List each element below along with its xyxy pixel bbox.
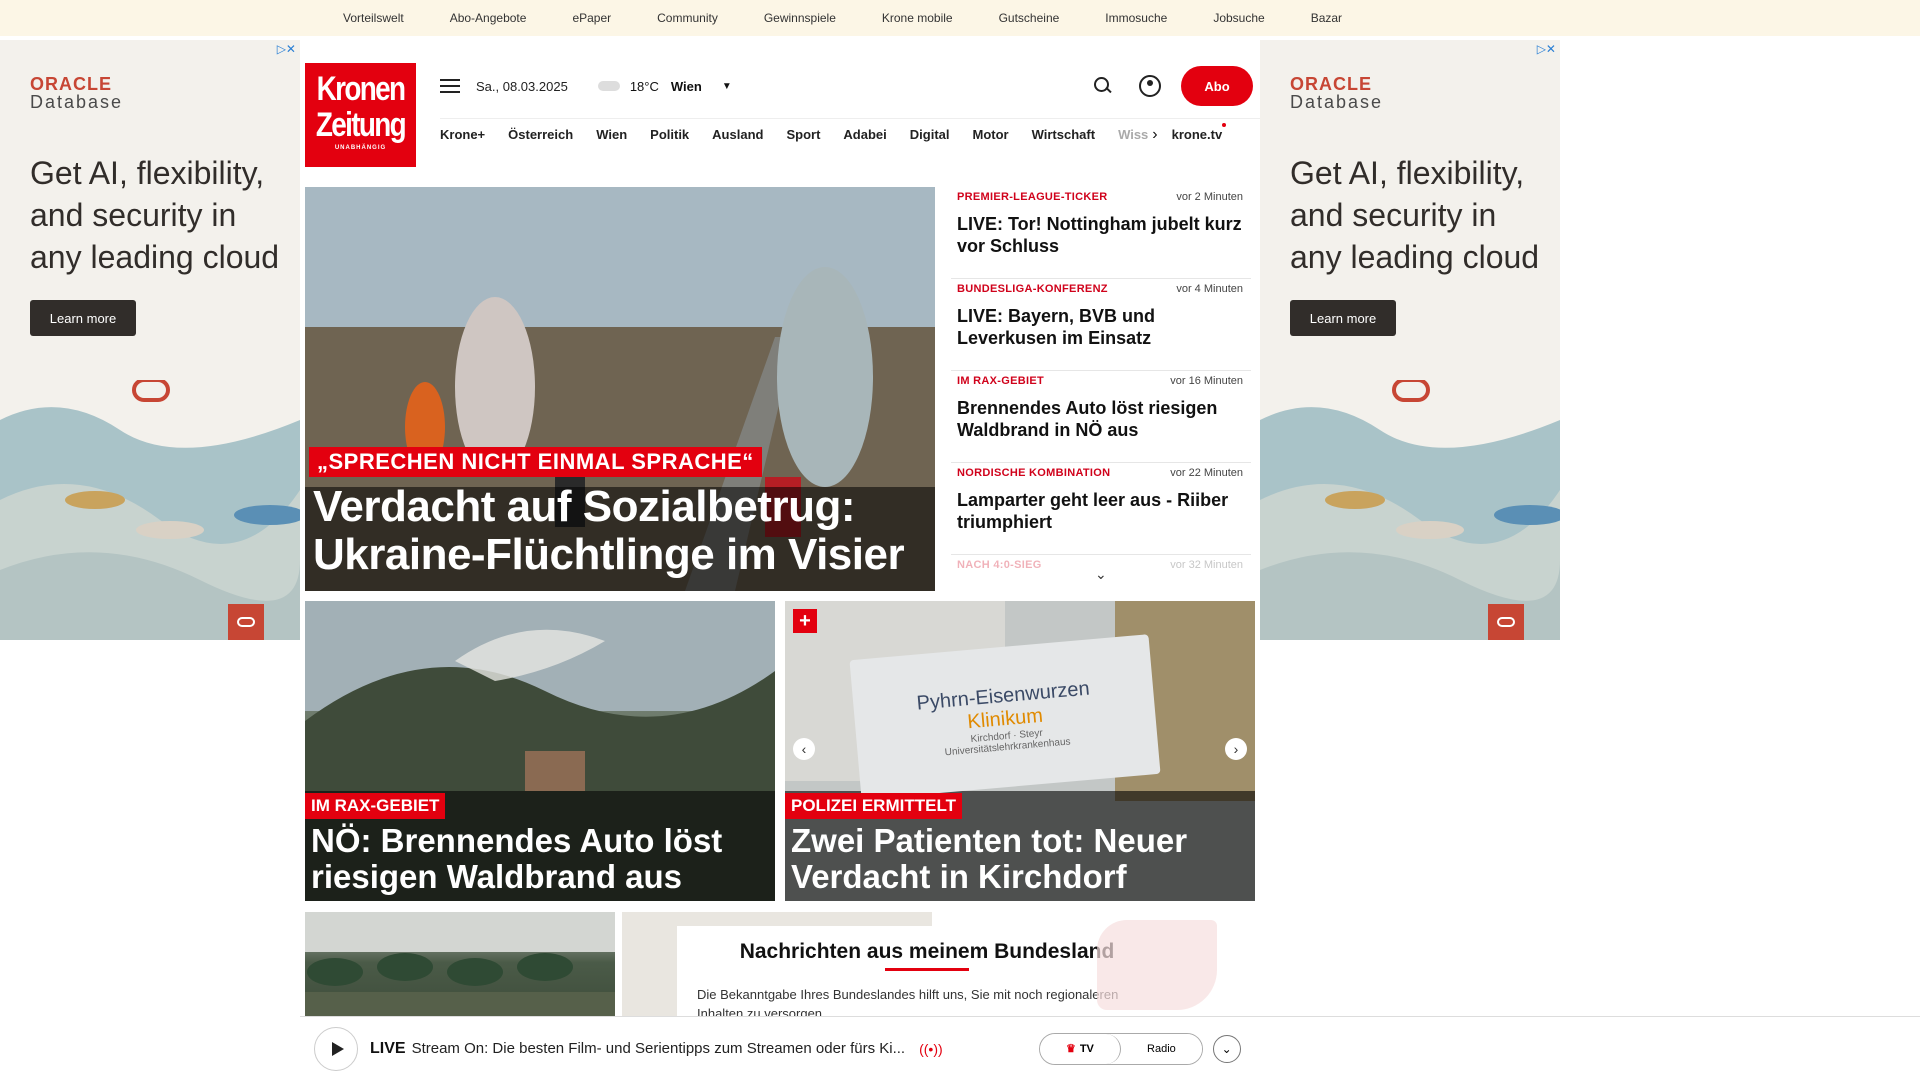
- broadcast-icon: ((•)): [919, 1040, 943, 1057]
- ad-brand-product: Database: [30, 92, 124, 112]
- nav-item-krone-plus[interactable]: Krone+: [440, 127, 485, 142]
- user-account-icon[interactable]: [1139, 75, 1161, 97]
- topnav-immosuche[interactable]: Immosuche: [1105, 11, 1167, 25]
- card-kicker: IM RAX-GEBIET: [305, 793, 446, 819]
- ticker-title[interactable]: LIVE: Bayern, BVB und Leverkusen im Eins…: [957, 305, 1245, 349]
- oracle-logo-icon[interactable]: [1488, 604, 1524, 640]
- topnav-vorteilswelt[interactable]: Vorteilswelt: [343, 11, 404, 25]
- carousel-next-button[interactable]: ›: [1225, 738, 1247, 760]
- topnav-epaper[interactable]: ePaper: [572, 11, 611, 25]
- section-nav: Krone+ Österreich Wien Politik Ausland S…: [440, 118, 1260, 150]
- topnav-jobsuche[interactable]: Jobsuche: [1213, 11, 1264, 25]
- ticker-time: vor 22 Minuten: [1170, 467, 1243, 479]
- ticker-title[interactable]: Lamparter geht leer aus - Riiber triumph…: [957, 489, 1245, 533]
- main-content: Kronen Zeitung UNABHÄNGIG Sa., 08.03.202…: [300, 36, 1260, 1080]
- ticker-title[interactable]: Brennendes Auto löst riesigen Waldbrand …: [957, 397, 1245, 441]
- ad-headline: Get AI, flexibility, and security in any…: [1290, 155, 1540, 275]
- current-date: Sa., 08.03.2025: [476, 78, 568, 94]
- tv-toggle-button[interactable]: ♛ TV: [1039, 1033, 1122, 1064]
- nav-item-sport[interactable]: Sport: [786, 127, 820, 142]
- title-underline: [885, 968, 969, 971]
- radio-toggle-button[interactable]: Radio: [1121, 1033, 1202, 1064]
- ticker-time: vor 32 Minuten: [1170, 559, 1243, 571]
- nav-item-digital[interactable]: Digital: [910, 127, 950, 142]
- carousel-prev-button[interactable]: ‹: [793, 738, 815, 760]
- live-player-bar: LIVE Stream On: Die besten Film- und Ser…: [300, 1016, 1920, 1080]
- ticker-item[interactable]: PREMIER-LEAGUE-TICKER vor 2 Minuten LIVE…: [951, 187, 1251, 279]
- search-icon[interactable]: [1093, 76, 1113, 96]
- ad-banner-left[interactable]: ▷✕ ORACLE Database Get AI, flexibility, …: [0, 40, 300, 640]
- live-label: LIVE: [370, 1039, 406, 1057]
- ad-learn-more-button[interactable]: Learn more: [1290, 300, 1396, 336]
- play-icon: [331, 1041, 344, 1056]
- card-title[interactable]: Zwei Patienten tot: Neuer Verdacht in Ki…: [791, 823, 1251, 895]
- article-card[interactable]: IM RAX-GEBIET NÖ: Brennendes Auto löst r…: [305, 601, 775, 901]
- ad-headline: Get AI, flexibility, and security in any…: [30, 155, 280, 275]
- ad-landscape-illustration: [0, 380, 300, 640]
- play-button[interactable]: [314, 1026, 358, 1071]
- nav-item-truncated[interactable]: Wiss: [1118, 127, 1148, 142]
- logo-tagline: UNABHÄNGIG: [334, 145, 387, 151]
- ticker-item[interactable]: IM RAX-GEBIET vor 16 Minuten Brennendes …: [951, 371, 1251, 463]
- ad-brand-product: Database: [1290, 92, 1384, 112]
- crown-icon: ♛: [1065, 1043, 1076, 1055]
- media-toggle: ♛ TV Radio: [1038, 1032, 1203, 1065]
- article-card[interactable]: Pyhrn-Eisenwurzen Klinikum Kirchdorf · S…: [785, 601, 1255, 901]
- ticker-item[interactable]: BUNDESLIGA-KONFERENZ vor 4 Minuten LIVE:…: [951, 279, 1251, 371]
- topnav-bazar[interactable]: Bazar: [1311, 11, 1342, 25]
- ad-choices-icon[interactable]: ▷✕: [277, 42, 296, 56]
- cloud-weather-icon: [597, 81, 620, 91]
- tv-label: TV: [1079, 1043, 1094, 1055]
- abo-button[interactable]: Abo: [1181, 66, 1253, 106]
- nav-item-oesterreich[interactable]: Österreich: [508, 127, 573, 142]
- nav-item-adabei[interactable]: Adabei: [843, 127, 886, 142]
- chevron-down-icon[interactable]: ▼: [722, 81, 732, 92]
- nav-item-krone-tv[interactable]: krone.tv: [1172, 123, 1226, 142]
- nav-item-wien[interactable]: Wien: [596, 127, 627, 142]
- topnav-abo-angebote[interactable]: Abo-Angebote: [450, 11, 527, 25]
- ad-landscape-illustration: [1260, 380, 1560, 640]
- hero-title[interactable]: Verdacht auf Sozialbetrug: Ukraine-Flüch…: [313, 483, 933, 579]
- city-selector[interactable]: Wien: [671, 79, 702, 94]
- ticker-time: vor 2 Minuten: [1176, 191, 1243, 203]
- stream-title[interactable]: Stream On: Die besten Film- und Serienti…: [412, 1040, 906, 1057]
- site-logo[interactable]: Kronen Zeitung UNABHÄNGIG: [305, 63, 416, 167]
- topnav-community[interactable]: Community: [657, 11, 718, 25]
- nav-item-wirtschaft[interactable]: Wirtschaft: [1032, 127, 1095, 142]
- hospital-sign: Pyhrn-Eisenwurzen Klinikum Kirchdorf · S…: [849, 634, 1161, 800]
- expand-player-button[interactable]: ⌄: [1212, 1034, 1241, 1063]
- hero-kicker: „SPRECHEN NICHT EINMAL SPRACHE“: [309, 447, 762, 477]
- news-ticker: PREMIER-LEAGUE-TICKER vor 2 Minuten LIVE…: [951, 187, 1251, 591]
- menu-icon[interactable]: [440, 79, 460, 93]
- topnav-krone-mobile[interactable]: Krone mobile: [882, 11, 953, 25]
- ad-choices-icon[interactable]: ▷✕: [1537, 42, 1556, 56]
- topnav-gewinnspiele[interactable]: Gewinnspiele: [764, 11, 836, 25]
- ad-banner-right[interactable]: ▷✕ ORACLE Database Get AI, flexibility, …: [1260, 40, 1560, 640]
- nav-item-ausland[interactable]: Ausland: [712, 127, 763, 142]
- oracle-logo-icon[interactable]: [228, 604, 264, 640]
- ticker-time: vor 4 Minuten: [1176, 283, 1243, 295]
- temperature: 18°C: [629, 78, 659, 94]
- nav-item-politik[interactable]: Politik: [650, 127, 689, 142]
- logo-line-1: Kronen: [316, 70, 406, 108]
- krone-plus-icon: +: [793, 609, 817, 633]
- ticker-time: vor 16 Minuten: [1170, 375, 1243, 387]
- chevron-down-icon[interactable]: ⌄: [1095, 566, 1107, 583]
- nav-item-motor[interactable]: Motor: [973, 127, 1009, 142]
- austria-map-icon: [1097, 920, 1217, 1010]
- header-bar: Sa., 08.03.2025 18°C Wien ▼ Abo: [440, 66, 1260, 106]
- card-title[interactable]: NÖ: Brennendes Auto löst riesigen Waldbr…: [311, 823, 771, 895]
- ticker-item[interactable]: NORDISCHE KOMBINATION vor 22 Minuten Lam…: [951, 463, 1251, 555]
- ad-learn-more-button[interactable]: Learn more: [30, 300, 136, 336]
- logo-line-2: Zeitung: [315, 106, 407, 144]
- chevron-right-icon[interactable]: ›: [1152, 126, 1157, 144]
- ticker-title[interactable]: LIVE: Tor! Nottingham jubelt kurz vor Sc…: [957, 213, 1245, 257]
- hero-article[interactable]: „SPRECHEN NICHT EINMAL SPRACHE“ Verdacht…: [305, 187, 935, 591]
- topnav-gutscheine[interactable]: Gutscheine: [999, 11, 1060, 25]
- bundesland-title: Nachrichten aus meinem Bundesland: [739, 940, 1115, 963]
- top-utility-bar: Vorteilswelt Abo-Angebote ePaper Communi…: [0, 0, 1920, 36]
- card-kicker: POLIZEI ERMITTELT: [785, 793, 962, 819]
